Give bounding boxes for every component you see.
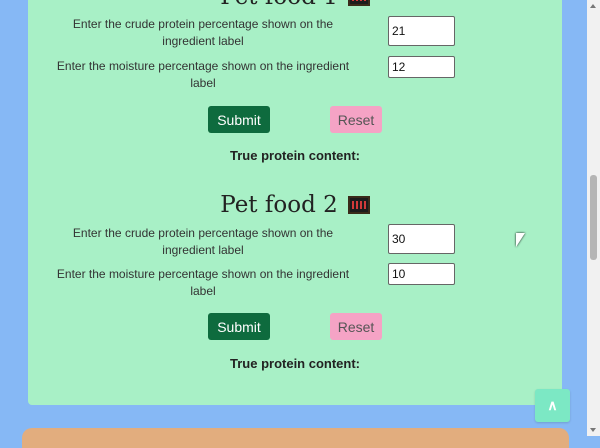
- moisture-label-1: Enter the moisture percentage shown on t…: [56, 59, 350, 90]
- submit-button-2[interactable]: Submit: [208, 313, 270, 340]
- calculator-card: Pet food 1 Enter the crude protein perce…: [28, 0, 562, 405]
- pet-food-1-title: Pet food 1: [28, 0, 562, 10]
- protein-label-2: Enter the crude protein percentage shown…: [72, 226, 334, 257]
- true-protein-result-2: True protein content:: [230, 356, 360, 371]
- moisture-input-2[interactable]: [388, 263, 455, 285]
- pet-food-1-title-text: Pet food 1: [220, 0, 337, 10]
- scroll-down-icon[interactable]: [590, 428, 596, 432]
- scroll-up-icon[interactable]: [590, 4, 596, 8]
- abacus-icon: [347, 0, 370, 6]
- moisture-input-1[interactable]: [388, 56, 455, 78]
- page-scrollbar[interactable]: [587, 0, 600, 436]
- next-section-panel: [22, 428, 569, 448]
- reset-button-2[interactable]: Reset: [330, 313, 382, 340]
- reset-button-1[interactable]: Reset: [330, 106, 382, 133]
- moisture-label-2: Enter the moisture percentage shown on t…: [56, 267, 350, 298]
- pet-food-2-title: Pet food 2: [28, 192, 562, 218]
- mouse-cursor-icon: [516, 233, 525, 247]
- abacus-icon: [347, 196, 370, 214]
- back-to-top-button[interactable]: ∧: [535, 389, 570, 422]
- protein-input-1[interactable]: [388, 16, 455, 46]
- protein-label-1: Enter the crude protein percentage shown…: [72, 17, 334, 48]
- protein-input-2[interactable]: [388, 224, 455, 254]
- scroll-thumb[interactable]: [590, 175, 597, 260]
- pet-food-2-title-text: Pet food 2: [220, 192, 338, 218]
- submit-button-1[interactable]: Submit: [208, 106, 270, 133]
- true-protein-result-1: True protein content:: [230, 148, 360, 163]
